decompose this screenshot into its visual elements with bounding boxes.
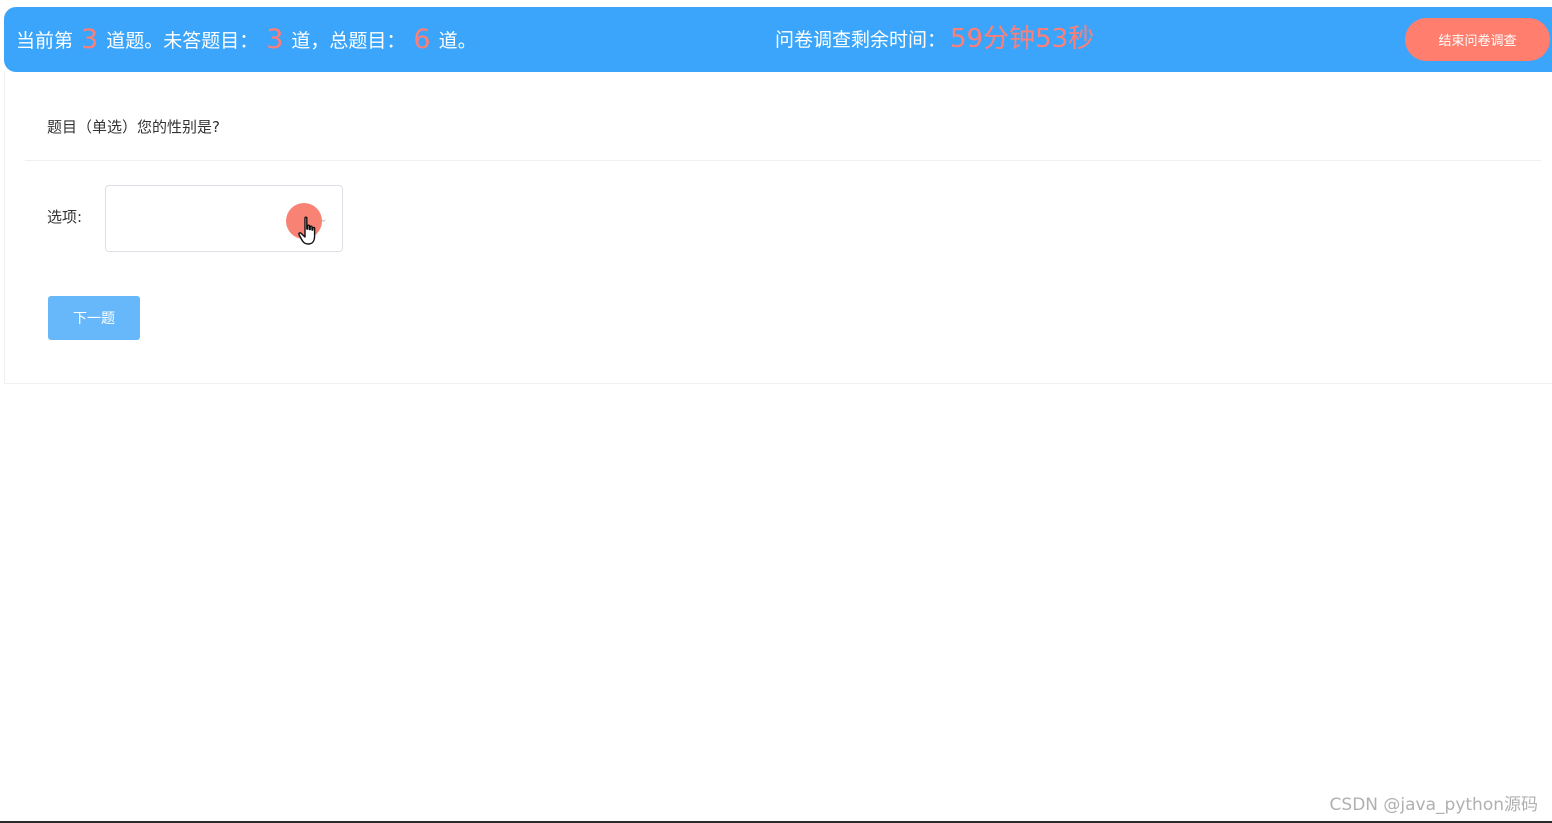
- end-survey-button[interactable]: 结束问卷调查: [1405, 18, 1550, 61]
- timer-value: 59分钟53秒: [950, 24, 1095, 54]
- unanswered-count: 3: [266, 24, 284, 55]
- current-question-number: 3: [81, 24, 99, 55]
- question-title: 题目（单选）您的性别是?: [47, 118, 220, 136]
- top-status-bar: 当前第 3 道题。未答题目： 3 道，总题目： 6 道。 问卷调查剩余时间： 59分钟53秒 …: [4, 7, 1552, 72]
- progress-prefix: 当前第: [16, 30, 74, 52]
- total-count: 6: [413, 24, 431, 55]
- progress-suffix: 道。: [438, 30, 477, 52]
- hand-pointer-icon: [298, 216, 316, 245]
- progress-middle-1: 道题。未答题目：: [106, 30, 259, 52]
- question-panel: 题目（单选）您的性别是? 选项: ⌄ 下一题: [4, 72, 1552, 384]
- divider: [25, 160, 1541, 161]
- progress-middle-2: 道，总题目：: [291, 30, 406, 52]
- progress-info: 当前第 3 道题。未答题目： 3 道，总题目： 6 道。: [16, 7, 477, 72]
- timer-label: 问卷调查剩余时间：: [775, 29, 947, 51]
- countdown-timer: 问卷调查剩余时间： 59分钟53秒: [775, 7, 1094, 72]
- next-question-button[interactable]: 下一题: [48, 296, 140, 340]
- options-label: 选项:: [47, 208, 83, 226]
- watermark: CSDN @java_python源码: [1329, 795, 1538, 815]
